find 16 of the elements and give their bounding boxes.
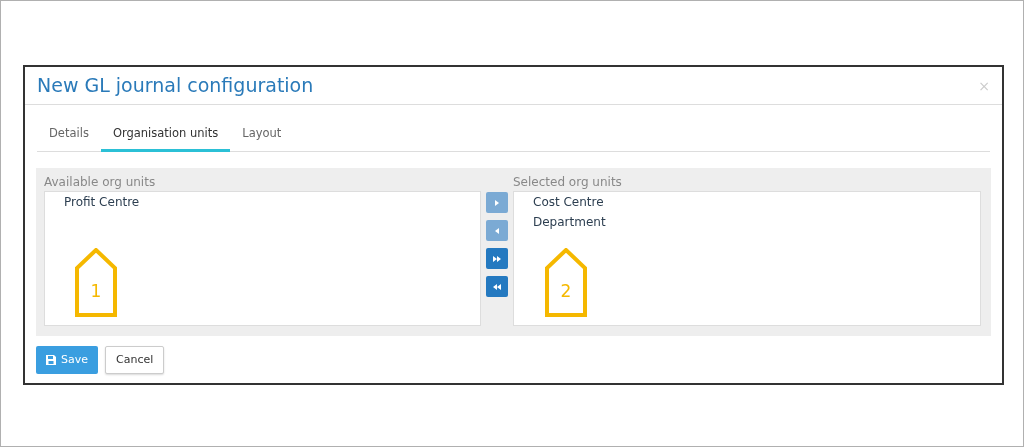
list-label: Available org units [44,174,157,191]
move-all-right-button[interactable] [486,248,508,270]
tab[interactable]: Details [37,120,101,153]
dialog-title: New GL journal configuration [37,73,314,99]
list-box[interactable]: Profit Centre 1 [44,191,481,327]
callout-marker: 2 [544,248,588,319]
list-box[interactable]: Cost Centre Department 2 [513,191,981,327]
callout-marker: 1 [74,248,118,319]
move-all-left-button[interactable] [486,276,508,298]
tab[interactable]: Layout [230,120,294,153]
list-label: Selected org units [513,174,623,191]
list-item[interactable]: Department [514,214,980,235]
list-item[interactable]: Cost Centre [514,194,980,215]
list-item[interactable]: Profit Centre [45,194,480,215]
cancel-button[interactable]: Cancel [105,346,165,375]
tab[interactable]: Organisation units [100,120,231,153]
